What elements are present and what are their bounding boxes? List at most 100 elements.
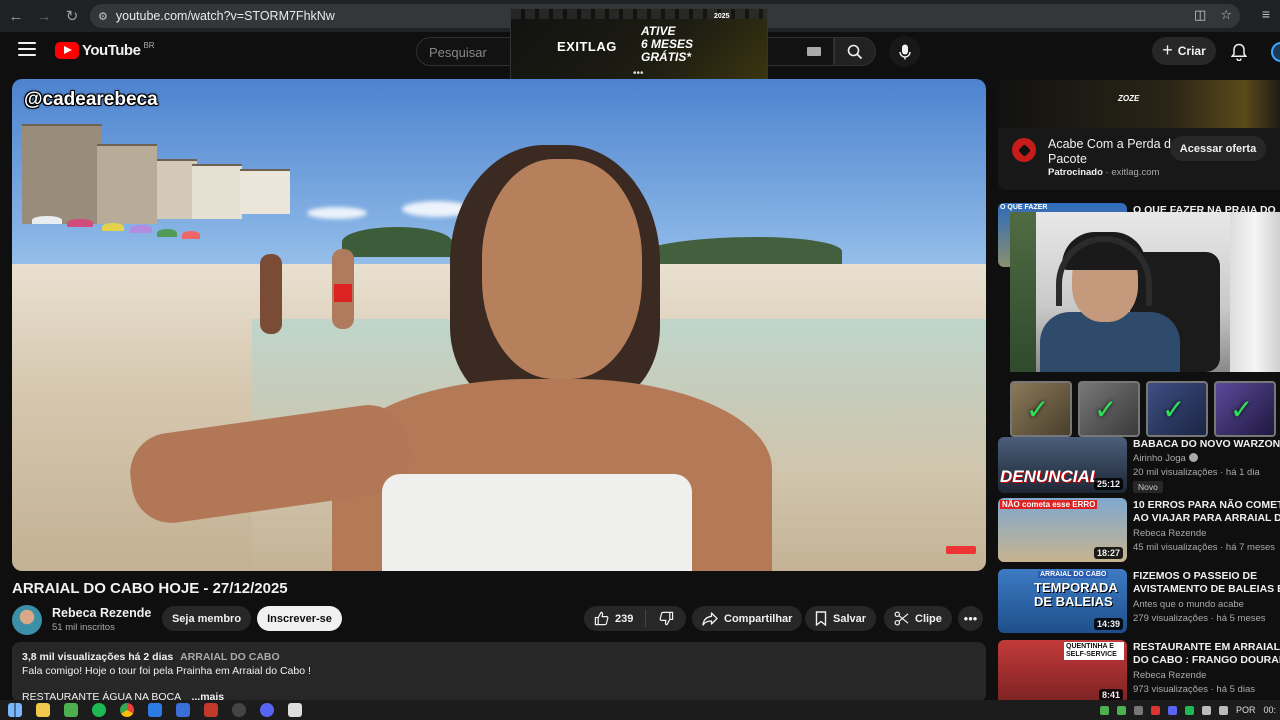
recommended-stats: 20 mil visualizações · há 1 dia	[1133, 467, 1260, 478]
reload-icon[interactable]: ↻	[58, 2, 86, 30]
visit-offer-button[interactable]: Acessar oferta	[1170, 136, 1266, 161]
search-button[interactable]	[834, 37, 876, 66]
new-badge: Novo	[1133, 481, 1163, 493]
menu-icon[interactable]	[18, 42, 36, 56]
video-thumbnail[interactable]: ARRAIAL DO CABO TEMPORADA DE BALEIAS 14:…	[998, 569, 1127, 633]
volume-icon[interactable]	[1201, 705, 1211, 715]
channel-avatar[interactable]	[12, 605, 42, 635]
checkmark-icon: ✓	[1094, 394, 1118, 425]
exitlag-logo-icon	[1012, 138, 1036, 162]
thumbnail-text: O QUE FAZER	[1000, 204, 1048, 211]
file-explorer-icon[interactable]	[36, 703, 50, 717]
beach-umbrella	[130, 225, 152, 233]
video-player[interactable]: @cadearebeca	[12, 79, 986, 571]
app-icon[interactable]	[64, 703, 78, 717]
app-icon[interactable]	[288, 703, 302, 717]
app-icon[interactable]	[176, 703, 190, 717]
video-thumbnail[interactable]: NÃO cometa esse ERRO 18:27	[998, 498, 1127, 562]
spotify-icon[interactable]	[92, 703, 106, 717]
site-info-icon[interactable]: ⚙	[98, 10, 108, 23]
thumbnail-text: DENUNCIAL	[1000, 467, 1101, 486]
recommended-video[interactable]: QUENTINHA E SELF-SERVICE 8:41 RESTAURANT…	[998, 640, 1280, 704]
beach-umbrella	[182, 231, 200, 239]
app-icon[interactable]	[148, 703, 162, 717]
tray-icon[interactable]	[1184, 705, 1194, 715]
recommended-video[interactable]: DENUNCIAL 25:12 BABACA DO NOVO WARZONE A…	[998, 427, 1280, 493]
tray-icon[interactable]	[1150, 705, 1160, 715]
back-icon[interactable]: ←	[2, 2, 30, 30]
recommended-video[interactable]: ARRAIAL DO CABO TEMPORADA DE BALEIAS 14:…	[998, 569, 1280, 633]
app-icon[interactable]	[232, 703, 246, 717]
title-line: DO CABO : FRANGO DOURADO	[1133, 654, 1280, 666]
presenter-top	[382, 474, 692, 571]
recommended-stats: 279 visualizações · há 5 meses	[1133, 613, 1266, 624]
checkmark-icon: ✓	[1230, 394, 1254, 425]
search-icon	[847, 44, 863, 59]
like-count: 239	[615, 612, 634, 625]
discord-icon[interactable]	[260, 703, 274, 717]
keyboard-icon[interactable]	[807, 47, 821, 56]
recommended-title[interactable]: 10 ERROS PARA NÃO COMETER AO VIAJAR PARA…	[1133, 499, 1280, 525]
building	[97, 144, 157, 224]
recommended-title[interactable]: BABACA DO NOVO WARZONE	[1133, 438, 1280, 451]
sponsor-title[interactable]: Acabe Com a Perda de Pacote	[1048, 137, 1178, 167]
create-button[interactable]: + Criar	[1152, 37, 1216, 65]
calendar-icon[interactable]	[204, 703, 218, 717]
logo-text: YouTube	[82, 42, 141, 59]
building	[22, 124, 102, 224]
thumbs-down-icon	[659, 611, 673, 626]
tray-icon[interactable]	[1133, 705, 1143, 715]
beach-walker-shorts	[334, 284, 352, 302]
like-button[interactable]: 239	[584, 610, 646, 627]
sponsored-card[interactable]: ZOZE Acabe Com a Perda de Pacote Patroci…	[998, 80, 1280, 190]
recommended-channel[interactable]: Airinho Joga	[1133, 453, 1198, 464]
recommended-channel[interactable]: Rebeca Rezende	[1133, 670, 1206, 681]
url-text[interactable]: youtube.com/watch?v=STORM7FhkNw	[116, 9, 335, 23]
forward-icon[interactable]: →	[30, 2, 58, 30]
channel-name[interactable]: Rebeca Rezende	[52, 606, 151, 620]
browser-menu-icon[interactable]: ≡	[1262, 6, 1270, 22]
share-button[interactable]: Compartilhar	[692, 606, 803, 631]
input-language[interactable]: POR	[1236, 705, 1256, 715]
sponsor-domain: exitlag.com	[1111, 167, 1160, 178]
clip-button[interactable]: Clipe	[884, 606, 952, 631]
recommended-channel[interactable]: Antes que o mundo acabe	[1133, 599, 1244, 610]
recommended-stats: 45 mil visualizações · há 7 meses	[1133, 542, 1276, 553]
cast-icon[interactable]: ◫	[1194, 7, 1206, 23]
description-line: Fala comigo! Hoje o tour foi pela Prainh…	[22, 665, 311, 677]
more-actions-icon[interactable]: •••	[958, 606, 983, 631]
tray-icon[interactable]	[1167, 705, 1177, 715]
clock[interactable]: 00:	[1263, 705, 1276, 715]
start-icon[interactable]	[8, 703, 22, 717]
sponsor-banner-image: ZOZE	[998, 80, 1280, 128]
network-icon[interactable]	[1218, 705, 1228, 715]
save-button[interactable]: Salvar	[805, 606, 877, 631]
plus-icon: +	[1162, 39, 1173, 60]
video-thumbnail[interactable]: QUENTINHA E SELF-SERVICE 8:41	[998, 640, 1127, 704]
title-line: AVISTAMENTO DE BALEIAS E...	[1133, 583, 1280, 595]
recommended-title[interactable]: FIZEMOS O PASSEIO DE AVISTAMENTO DE BALE…	[1133, 570, 1280, 596]
presenter-face	[482, 159, 642, 379]
sponsor-banner-text: ZOZE	[1118, 94, 1140, 103]
subscribe-button[interactable]: Inscrever-se	[257, 606, 342, 631]
recommended-video[interactable]: NÃO cometa esse ERRO 18:27 10 ERROS PARA…	[998, 498, 1280, 562]
recommended-title[interactable]: RESTAURANTE EM ARRAIAL DO CABO : FRANGO …	[1133, 641, 1280, 667]
account-avatar[interactable]	[1271, 42, 1280, 62]
join-button[interactable]: Seja membro	[162, 606, 251, 631]
voice-search-button[interactable]	[889, 36, 920, 67]
tray-icon[interactable]	[1099, 705, 1109, 715]
video-buildings	[12, 119, 302, 249]
youtube-logo[interactable]: YouTube BR	[55, 41, 155, 59]
recommended-channel[interactable]: Rebeca Rezende	[1133, 528, 1206, 539]
notifications-bell-icon[interactable]	[1231, 43, 1247, 61]
exitlag-ad-banner[interactable]: 2025 EXITLAG ATIVE 6 MESES GRÁTIS* •••	[510, 8, 768, 80]
ad-more-icon[interactable]: •••	[633, 68, 644, 79]
bookmark-star-icon[interactable]: ☆	[1220, 7, 1232, 23]
dislike-button[interactable]	[646, 611, 686, 626]
description-box[interactable]: 3,8 mil visualizações há 2 dias ARRAIAL …	[12, 642, 986, 703]
video-thumbnail[interactable]: DENUNCIAL 25:12	[998, 437, 1127, 493]
chrome-icon[interactable]	[120, 703, 134, 717]
tray-icon[interactable]	[1116, 705, 1126, 715]
hashtag-link[interactable]: ARRAIAL DO CABO	[180, 651, 280, 663]
webcam-plant	[1010, 212, 1036, 372]
